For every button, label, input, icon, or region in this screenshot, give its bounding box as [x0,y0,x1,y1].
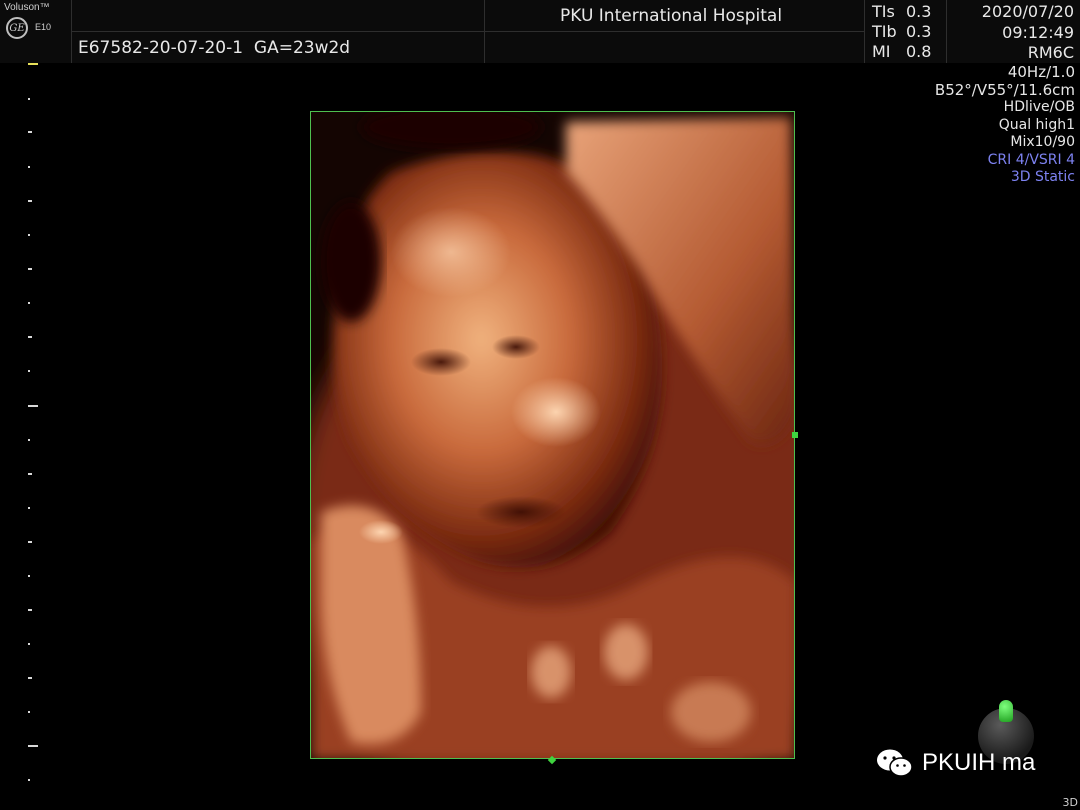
render-box-resize-handle[interactable] [792,432,798,438]
scale-tick [28,200,32,202]
exam-time: 09:12:49 [1002,22,1074,42]
scale-tick [28,336,32,338]
header-bar: Voluson™ GE E10 E67582-20-07-20-1 GA=23w… [0,0,1080,63]
safety-row-mi: MI 0.8 [872,42,931,62]
scale-tick [28,370,30,372]
brand-name: Voluson™ [4,2,50,13]
scale-tick [28,405,38,407]
model-name: E10 [35,22,52,32]
scale-tick [28,439,30,441]
exam-info: E67582-20-07-20-1 GA=23w2d [78,38,350,58]
scale-tick [28,63,38,65]
safety-value: 0.8 [906,42,932,61]
scale-tick [28,609,32,611]
cri-setting: CRI 4/VSRI 4 [987,151,1075,168]
scale-tick [28,643,30,645]
header-divider [72,31,865,32]
safety-row-tib: TIb 0.3 [872,22,931,42]
scale-tick [28,473,32,475]
watermark: PKUIH ma [876,748,1035,778]
safety-label: MI [872,42,891,61]
render-viewport[interactable] [310,111,795,759]
safety-value: 0.3 [906,22,932,41]
scale-tick [28,507,30,509]
scale-tick [28,166,30,168]
render-mode: HDlive/OB [1003,99,1075,115]
imaging-parameters: 40Hz/1.0 B52°/V55°/11.6cm HDlive/OB Qual… [934,63,1075,187]
scale-tick [28,131,32,133]
safety-value: 0.3 [906,2,932,21]
scale-tick [28,234,30,236]
exam-date: 2020/07/20 [981,2,1074,21]
scale-tick [28,711,30,713]
hospital-name: PKU International Hospital [560,6,783,26]
quality-setting: Qual high1 [998,116,1075,133]
scale-tick [28,302,30,304]
watermark-text: PKUIH ma [922,749,1036,776]
gestational-age: GA=23w2d [253,38,351,58]
mix-setting: Mix10/90 [1010,134,1075,150]
frame-rate: 40Hz/1.0 [1007,63,1075,81]
static-mode: 3D Static [1010,169,1075,185]
wechat-icon [877,749,913,777]
scale-tick [28,677,32,679]
depth-scale [0,63,40,810]
fetal-face-3d-render [311,112,794,758]
datetime-block: 2020/07/20 09:12:49 RM6C [982,2,1074,64]
safety-label: TIb [872,22,897,41]
safety-row-tis: TIs 0.3 [872,2,931,22]
sweep-angles: B52°/V55°/11.6cm [934,80,1075,99]
scale-tick [28,745,38,747]
scale-tick [28,575,30,577]
scale-tick [28,98,30,100]
scale-tick [28,779,30,781]
safety-label: TIs [872,2,895,21]
safety-indices: TIs 0.3 TIb 0.3 MI 0.8 [872,2,931,62]
ge-logo-icon: GE [6,17,28,39]
logo-panel: Voluson™ GE E10 [0,0,72,63]
mode-tag: 3D [1062,796,1078,809]
scale-tick [28,268,32,270]
scale-tick [28,541,32,543]
probe-name: RM6C [1027,43,1074,62]
exam-id: E67582-20-07-20-1 [78,38,244,58]
orientation-knob-icon [999,700,1013,722]
